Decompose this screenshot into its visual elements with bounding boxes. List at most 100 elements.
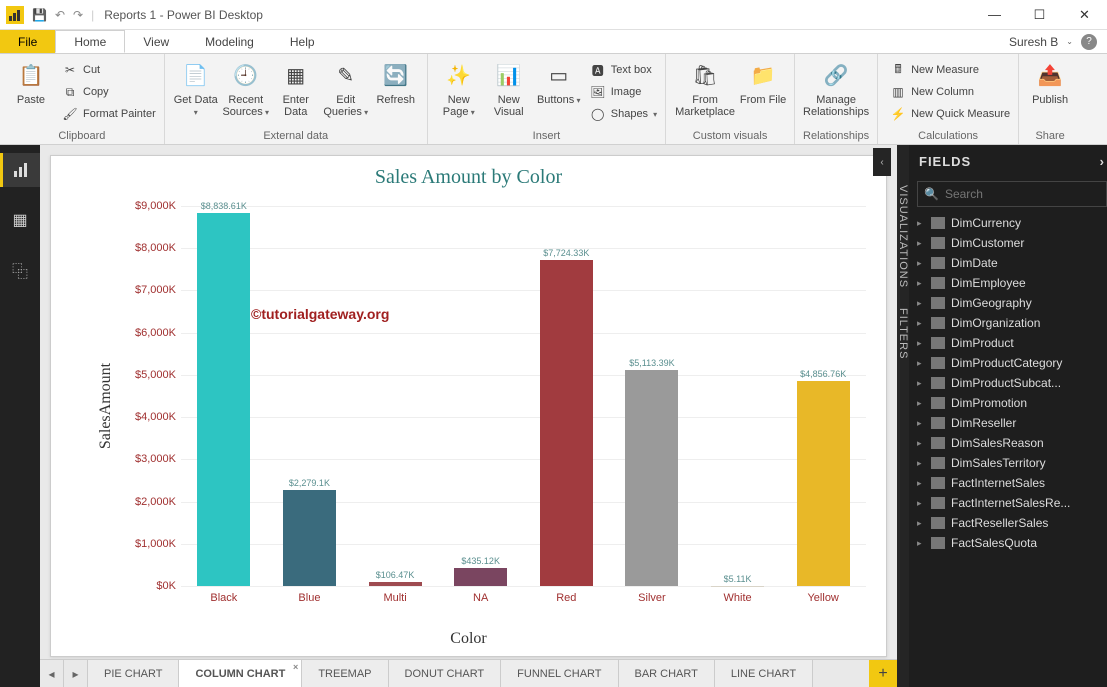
field-table-dimcustomer[interactable]: ▸DimCustomer	[909, 233, 1107, 253]
visualizations-tab[interactable]: VISUALIZATIONS	[897, 175, 909, 298]
bar-yellow[interactable]: $4,856.76KYellow	[780, 206, 866, 586]
buttons-button[interactable]: ▭Buttons ▾	[534, 56, 584, 106]
close-tab-icon[interactable]: ×	[293, 662, 298, 672]
caret-icon: ▸	[917, 498, 925, 509]
bar-white[interactable]: $5.11KWhite	[695, 206, 781, 586]
cut-button[interactable]: ✂Cut	[60, 60, 158, 80]
field-table-dimgeography[interactable]: ▸DimGeography	[909, 293, 1107, 313]
new-page-button[interactable]: ✨New Page ▾	[434, 56, 484, 118]
fields-search-input[interactable]	[945, 187, 1100, 201]
new-visual-button[interactable]: 📊New Visual	[484, 56, 534, 118]
shapes-button[interactable]: ◯Shapes ▾	[588, 104, 659, 124]
bar-red[interactable]: $7,724.33KRed	[524, 206, 610, 586]
filters-tab[interactable]: FILTERS	[897, 298, 909, 369]
data-label: $2,279.1K	[289, 478, 330, 488]
menu-file[interactable]: File	[0, 30, 55, 53]
get-data-button[interactable]: 📄Get Data ▾	[171, 56, 221, 118]
page-tab-bar-chart[interactable]: BAR CHART	[619, 660, 715, 687]
new-measure-button[interactable]: 🖩New Measure	[888, 60, 1012, 80]
format-painter-button[interactable]: 🖌Format Painter	[60, 104, 158, 124]
undo-icon[interactable]: ↶	[55, 8, 65, 22]
textbox-button[interactable]: 🅰Text box	[588, 60, 659, 80]
manage-relationships-button[interactable]: 🔗Manage Relationships	[801, 56, 871, 118]
panel-collapse-button[interactable]: ‹	[873, 148, 891, 176]
fields-search[interactable]: 🔍	[917, 181, 1107, 207]
report-canvas[interactable]: Sales Amount by Color ©tutorialgateway.o…	[50, 155, 887, 657]
publish-button[interactable]: 📤Publish	[1025, 56, 1075, 106]
menu-help[interactable]: Help	[272, 30, 333, 53]
user-name[interactable]: Suresh B	[1009, 35, 1058, 49]
category-label: White	[724, 592, 752, 604]
field-table-dimreseller[interactable]: ▸DimReseller	[909, 413, 1107, 433]
page-tab-line-chart[interactable]: LINE CHART	[715, 660, 813, 687]
page-tab-donut-chart[interactable]: DONUT CHART	[389, 660, 502, 687]
field-table-factinternetsalesre[interactable]: ▸ FactInternetSalesRe...	[909, 493, 1107, 513]
menu-modeling[interactable]: Modeling	[187, 30, 272, 53]
edit-queries-button[interactable]: ✎Edit Queries ▾	[321, 56, 371, 118]
category-label: Multi	[383, 592, 406, 604]
new-column-button[interactable]: ▥New Column	[888, 82, 1012, 102]
redo-icon[interactable]: ↷	[73, 8, 83, 22]
enter-data-button[interactable]: ▦Enter Data	[271, 56, 321, 118]
user-chevron-icon[interactable]: ⌄	[1066, 37, 1073, 46]
table-name: FactInternetSalesRe...	[951, 496, 1070, 510]
field-table-dimsalesterritory[interactable]: ▸DimSalesTerritory	[909, 453, 1107, 473]
page-tabs: ◂ ▸ PIE CHARTCOLUMN CHART×TREEMAPDONUT C…	[40, 659, 897, 687]
bar-blue[interactable]: $2,279.1KBlue	[267, 206, 353, 586]
copy-icon: ⧉	[62, 84, 78, 100]
field-table-dimproductsubcat[interactable]: ▸DimProductSubcat...	[909, 373, 1107, 393]
help-icon[interactable]: ?	[1081, 34, 1097, 50]
bar-multi[interactable]: $106.47KMulti	[352, 206, 438, 586]
add-page-button[interactable]: +	[869, 660, 897, 687]
bar-na[interactable]: $435.12KNA	[438, 206, 524, 586]
field-table-dimcurrency[interactable]: ▸DimCurrency	[909, 213, 1107, 233]
close-button[interactable]: ✕	[1062, 0, 1107, 30]
page-tab-next[interactable]: ▸	[64, 660, 88, 687]
buttons-icon: ▭	[543, 60, 575, 92]
from-marketplace-button[interactable]: 🛍From Marketplace	[672, 56, 738, 118]
from-file-button[interactable]: 📁From File	[738, 56, 788, 106]
paste-button[interactable]: 📋 Paste	[6, 56, 56, 106]
field-table-factinternetsales[interactable]: ▸FactInternetSales	[909, 473, 1107, 493]
field-table-factsalesquota[interactable]: ▸FactSalesQuota	[909, 533, 1107, 553]
refresh-button[interactable]: 🔄Refresh	[371, 56, 421, 106]
column-chart-visual[interactable]: Sales Amount by Color ©tutorialgateway.o…	[51, 156, 886, 656]
category-label: NA	[473, 592, 488, 604]
bar-black[interactable]: $8,838.61KBlack	[181, 206, 267, 586]
field-table-dimsalesreason[interactable]: ▸DimSalesReason	[909, 433, 1107, 453]
caret-icon: ▸	[917, 378, 925, 389]
field-table-dimproductcategory[interactable]: ▸DimProductCategory	[909, 353, 1107, 373]
minimize-button[interactable]: —	[972, 0, 1017, 30]
caret-icon: ▸	[917, 478, 925, 489]
field-table-dimemployee[interactable]: ▸DimEmployee	[909, 273, 1107, 293]
save-icon[interactable]: 💾	[32, 8, 47, 22]
y-tick: $3,000K	[121, 453, 176, 465]
image-button[interactable]: 🖼Image	[588, 82, 659, 102]
page-tab-prev[interactable]: ◂	[40, 660, 64, 687]
data-view-button[interactable]: ▦	[0, 203, 40, 237]
new-quick-measure-button[interactable]: ⚡New Quick Measure	[888, 104, 1012, 124]
field-table-factresellersales[interactable]: ▸FactResellerSales	[909, 513, 1107, 533]
chart-title: Sales Amount by Color	[51, 156, 886, 189]
copy-button[interactable]: ⧉Copy	[60, 82, 158, 102]
field-table-dimproduct[interactable]: ▸DimProduct	[909, 333, 1107, 353]
field-table-dimpromotion[interactable]: ▸DimPromotion	[909, 393, 1107, 413]
menu-view[interactable]: View	[125, 30, 187, 53]
fields-expand-icon[interactable]: ›	[1100, 154, 1105, 169]
page-tab-funnel-chart[interactable]: FUNNEL CHART	[501, 660, 618, 687]
bar-silver[interactable]: $5,113.39KSilver	[609, 206, 695, 586]
menu-home[interactable]: Home	[55, 30, 125, 53]
field-table-dimdate[interactable]: ▸DimDate	[909, 253, 1107, 273]
edit-icon: ✎	[330, 60, 362, 92]
caret-icon: ▸	[917, 418, 925, 429]
page-tab-pie-chart[interactable]: PIE CHART	[88, 660, 179, 687]
page-tab-column-chart[interactable]: COLUMN CHART×	[179, 660, 302, 687]
model-view-button[interactable]: ⿻	[0, 253, 40, 287]
caret-icon: ▸	[917, 438, 925, 449]
recent-sources-button[interactable]: 🕘Recent Sources ▾	[221, 56, 271, 118]
report-view-button[interactable]	[0, 153, 40, 187]
field-table-dimorganization[interactable]: ▸DimOrganization	[909, 313, 1107, 333]
maximize-button[interactable]: ☐	[1017, 0, 1062, 30]
app-logo	[6, 6, 24, 24]
page-tab-treemap[interactable]: TREEMAP	[302, 660, 388, 687]
